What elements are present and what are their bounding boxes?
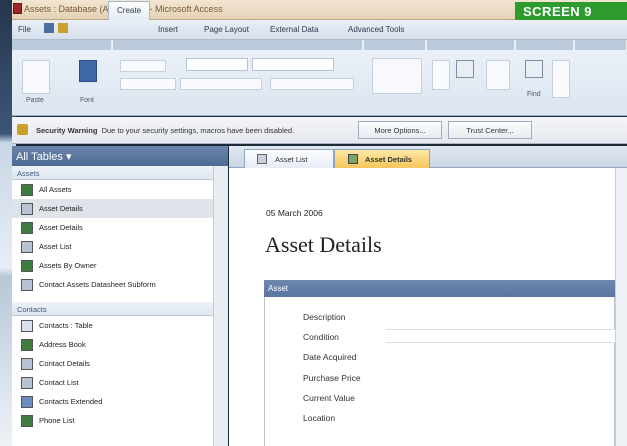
field-label-location: Location: [303, 413, 336, 423]
report-icon: [21, 339, 33, 351]
nav-item[interactable]: All Assets: [12, 180, 213, 199]
report-icon: [21, 222, 33, 234]
filter-icon[interactable]: [456, 60, 474, 78]
nav-item-label: Address Book: [39, 340, 86, 349]
nav-item-label: Contact List: [39, 378, 79, 387]
more-options-button[interactable]: More Options...: [358, 121, 442, 139]
find-icon[interactable]: [525, 60, 543, 78]
font-size-field[interactable]: [252, 58, 334, 71]
undo-icon[interactable]: [58, 23, 68, 33]
nav-item[interactable]: Asset List: [12, 237, 213, 256]
table-icon: [21, 320, 33, 332]
nav-item[interactable]: Asset Details: [12, 199, 213, 218]
nav-header[interactable]: All Tables ▾: [12, 146, 228, 166]
field-label-current-value: Current Value: [303, 393, 355, 403]
report-icon: [21, 260, 33, 272]
ribbon-group-header: [12, 40, 112, 50]
query-icon: [21, 396, 33, 408]
chevron-down-icon: ▾: [65, 151, 72, 163]
font-label: Font: [80, 97, 95, 104]
nav-scrollbar[interactable]: [213, 166, 228, 446]
nav-item[interactable]: Contacts : Table: [12, 316, 213, 335]
access-app-icon: [13, 3, 22, 14]
nav-item[interactable]: Asset Details: [12, 218, 213, 237]
ribbon-group-header: [113, 40, 363, 50]
tab-create[interactable]: Create: [108, 1, 151, 20]
report-icon: [21, 415, 33, 427]
field-label-purchase-price: Purchase Price: [303, 373, 361, 383]
screen-badge: SCREEN 9: [515, 2, 627, 21]
indent-buttons[interactable]: [120, 78, 176, 90]
find-label: Find: [527, 91, 541, 98]
nav-item[interactable]: Assets By Owner: [12, 256, 213, 275]
nav-item-label: Contacts Extended: [39, 397, 103, 406]
ribbon-group-header: [575, 40, 627, 50]
tab-insert[interactable]: Insert: [158, 25, 178, 34]
nav-item[interactable]: Contact Details: [12, 354, 213, 373]
align-buttons[interactable]: [120, 60, 166, 72]
security-warning-message: Due to your security settings, macros ha…: [101, 126, 295, 135]
form-icon: [257, 154, 267, 164]
toggle-filter-button[interactable]: [486, 60, 510, 90]
table-icon: [21, 184, 33, 196]
document-scrollbar[interactable]: [615, 168, 627, 446]
ribbon-tabs-row: [12, 20, 627, 40]
security-warning-text: Security Warning Due to your security se…: [36, 126, 294, 135]
tab-advanced-tools[interactable]: Advanced Tools: [348, 25, 404, 34]
nav-item-label: Contact Details: [39, 359, 90, 368]
tab-label: Asset List: [275, 155, 308, 164]
nav-item-label: Asset List: [39, 242, 72, 251]
form-icon: [21, 203, 33, 215]
nav-item-label: All Assets: [39, 185, 72, 194]
form-icon: [21, 241, 33, 253]
trust-center-button[interactable]: Trust Center...: [448, 121, 532, 139]
nav-item-label: Phone List: [39, 416, 75, 425]
security-warning-title: Security Warning: [36, 126, 98, 135]
save-icon[interactable]: [44, 23, 54, 33]
tab-file[interactable]: File: [18, 25, 31, 34]
replace-goto-buttons[interactable]: [552, 60, 570, 98]
condition-field[interactable]: [386, 329, 615, 343]
form-icon: [21, 377, 33, 389]
report-title: Asset Details: [265, 232, 382, 257]
field-label-condition: Condition: [303, 332, 339, 342]
nav-header-label: All Tables: [16, 151, 63, 163]
nav-item[interactable]: Contact Assets Datasheet Subform: [12, 275, 213, 294]
section-header: Asset: [264, 280, 615, 297]
shield-warning-icon: [17, 124, 28, 135]
nav-section-contacts[interactable]: Contacts: [12, 302, 213, 316]
form-icon: [21, 358, 33, 370]
report-date: 05 March 2006: [266, 208, 323, 218]
nav-item[interactable]: Phone List: [12, 411, 213, 430]
nav-item-label: Contact Assets Datasheet Subform: [39, 280, 156, 289]
nav-section-assets[interactable]: Assets: [12, 166, 213, 180]
format-buttons[interactable]: [180, 78, 262, 90]
font-arrow-icon[interactable]: [79, 60, 97, 82]
nav-item-label: Asset Details: [39, 204, 83, 213]
records-group[interactable]: [372, 58, 422, 94]
nav-item[interactable]: Contact List: [12, 373, 213, 392]
field-label-description: Description: [303, 312, 346, 322]
tab-label: Asset Details: [365, 155, 413, 164]
report-icon: [348, 154, 358, 164]
conditional-buttons[interactable]: [270, 78, 354, 90]
sort-buttons[interactable]: [432, 60, 450, 90]
nav-item[interactable]: Address Book: [12, 335, 213, 354]
ribbon-group-header: [516, 40, 574, 50]
font-name-field[interactable]: [186, 58, 248, 71]
ribbon-group-header: [427, 40, 515, 50]
nav-item[interactable]: Contacts Extended: [12, 392, 213, 411]
nav-item-label: Contacts : Table: [39, 321, 93, 330]
nav-item-label: Asset Details: [39, 223, 83, 232]
ribbon-group-header: [364, 40, 426, 50]
paste-label: Paste: [26, 97, 44, 104]
nav-item-label: Assets By Owner: [39, 261, 97, 270]
paste-button[interactable]: [22, 60, 50, 94]
tab-page-layout[interactable]: Page Layout: [204, 25, 249, 34]
field-label-date-acquired: Date Acquired: [303, 352, 357, 362]
form-icon: [21, 279, 33, 291]
tab-external-data[interactable]: External Data: [270, 25, 318, 34]
